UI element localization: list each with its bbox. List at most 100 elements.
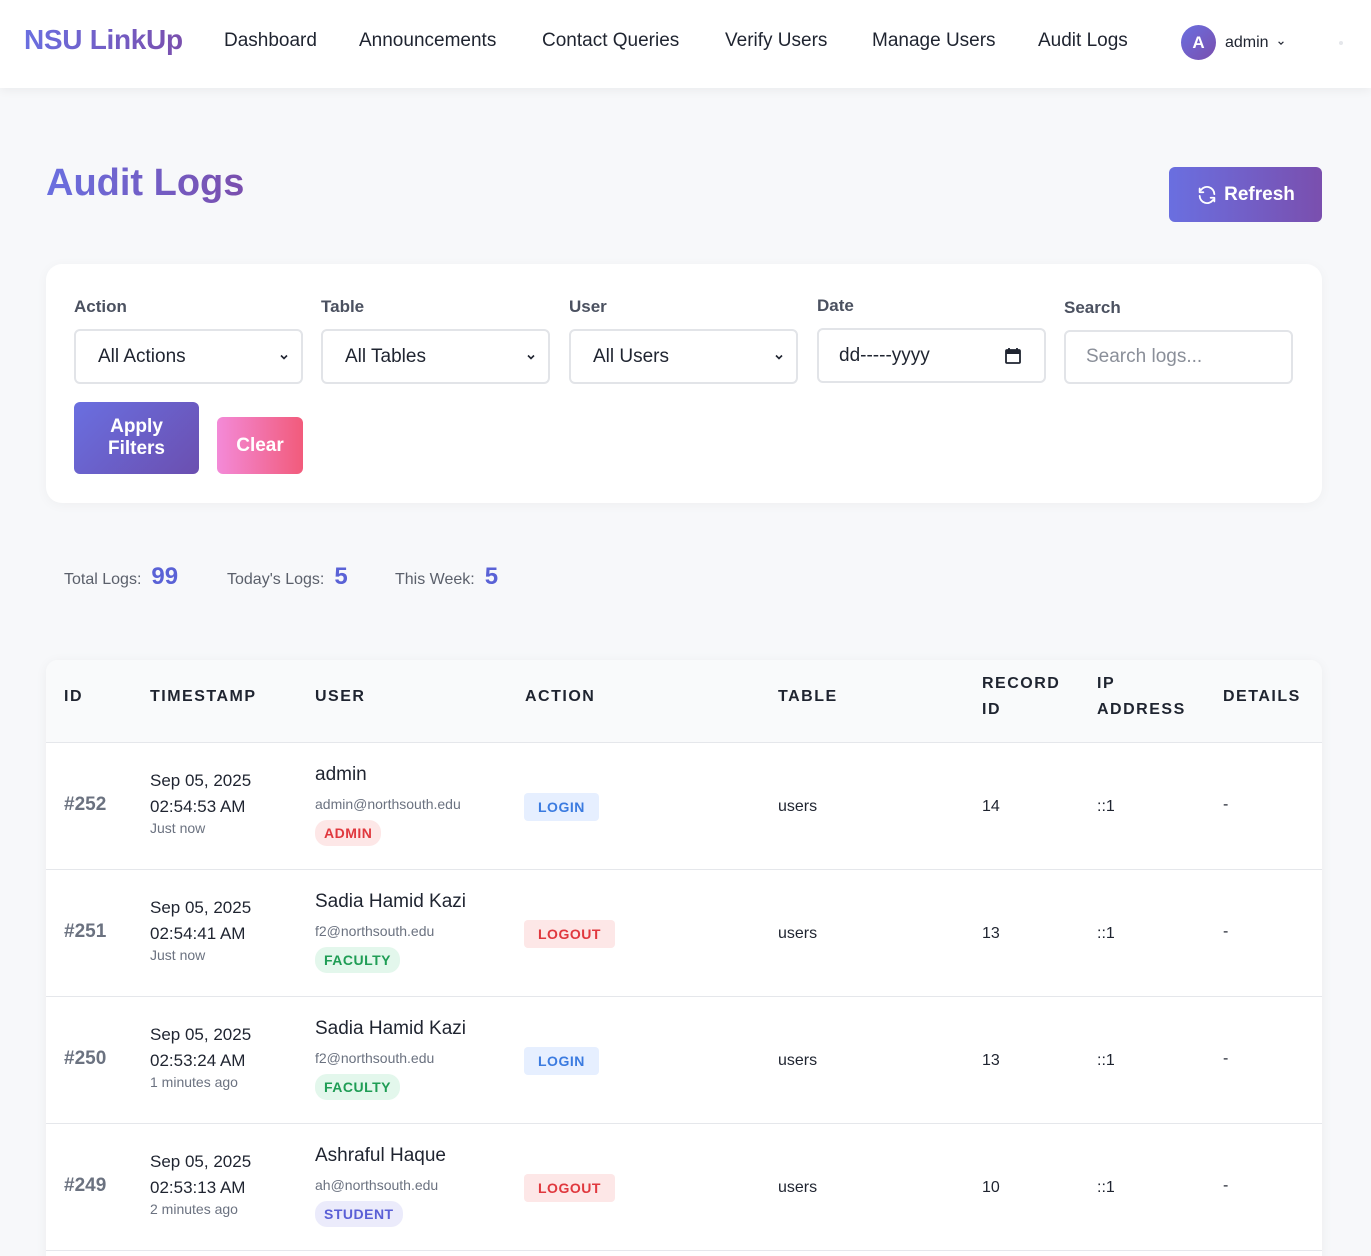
chevron-down-icon xyxy=(280,354,288,360)
stat-today-label: Today's Logs: xyxy=(227,571,325,588)
user-name: admin xyxy=(1225,33,1269,51)
refresh-label: Refresh xyxy=(1224,183,1295,205)
stat-total-logs: Total Logs: 99 xyxy=(64,563,178,591)
record-id-cell: 13 xyxy=(982,925,1000,942)
table-name-cell: users xyxy=(778,925,818,942)
search-input[interactable]: Search logs... xyxy=(1064,330,1293,384)
role-badge: FACULTY xyxy=(315,947,401,973)
timestamp-cell: Sep 05, 2025 02:53:13 AM 2 minutes ago xyxy=(150,1149,251,1217)
table-row[interactable]: #249 Sep 05, 2025 02:53:13 AM 2 minutes ago… xyxy=(46,1124,1322,1251)
date-input[interactable]: dd-----yyyy xyxy=(817,328,1046,383)
timestamp-date: Sep 05, 2025 xyxy=(150,1025,252,1044)
user-full-name: admin xyxy=(315,764,367,785)
refresh-icon xyxy=(1198,185,1216,204)
date-filter-label: Date xyxy=(817,296,854,315)
stat-week-label: This Week: xyxy=(395,571,475,588)
apply-filters-button[interactable]: Apply Filters xyxy=(74,402,199,474)
ip-address-cell: ::1 xyxy=(1097,798,1115,815)
role-badge: ADMIN xyxy=(315,820,382,846)
table-row[interactable]: #250 Sep 05, 2025 02:53:24 AM 1 minutes ago… xyxy=(46,997,1322,1124)
refresh-button[interactable]: Refresh xyxy=(1169,167,1322,222)
col-header-ip-address: IP ADDRESS xyxy=(1097,675,1186,718)
timestamp-cell: Sep 05, 2025 02:53:24 AM 1 minutes ago xyxy=(150,1022,251,1090)
stat-total-value: 99 xyxy=(151,563,179,590)
brand-logo[interactable]: NSU LinkUp xyxy=(24,24,183,56)
user-filter-label: User xyxy=(569,297,607,316)
user-cell: Sadia Hamid Kazi f2@northsouth.edu FACULTY xyxy=(315,1018,466,1100)
timestamp-time: 02:54:53 AM xyxy=(150,797,246,816)
col-header-id: ID xyxy=(64,688,83,705)
role-badge: FACULTY xyxy=(315,1074,401,1100)
timestamp-relative: Just now xyxy=(150,820,206,836)
record-id-cell: 10 xyxy=(982,1179,1000,1196)
stat-today-logs: Today's Logs: 5 xyxy=(227,563,348,591)
nav-link-verify-users[interactable]: Verify Users xyxy=(725,30,827,52)
timestamp-date: Sep 05, 2025 xyxy=(150,771,252,790)
action-badge: LOGOUT xyxy=(524,1174,615,1202)
audit-log-table: ID TIMESTAMP USER ACTION TABLE RECORD ID… xyxy=(46,660,1322,1256)
details-cell: - xyxy=(1223,923,1229,940)
details-cell: - xyxy=(1223,1050,1229,1067)
user-email: admin@northsouth.edu xyxy=(315,796,461,812)
timestamp-time: 02:54:41 AM xyxy=(150,924,246,943)
nav-divider-dot xyxy=(1339,41,1343,45)
nav-link-contact-queries[interactable]: Contact Queries xyxy=(542,30,679,52)
table-row[interactable]: #252 Sep 05, 2025 02:54:53 AM Just now admin… xyxy=(46,743,1322,870)
col-header-record-id: RECORD ID xyxy=(982,675,1061,718)
timestamp-date: Sep 05, 2025 xyxy=(150,898,252,917)
action-cell: LOGOUT xyxy=(524,920,615,948)
chevron-down-icon xyxy=(1277,40,1284,45)
ip-address-cell: ::1 xyxy=(1097,1179,1115,1196)
log-id: #252 xyxy=(64,794,107,815)
user-menu[interactable]: A admin xyxy=(1181,25,1285,60)
timestamp-cell: Sep 05, 2025 02:54:53 AM Just now xyxy=(150,768,251,836)
col-header-user: USER xyxy=(315,688,366,705)
clear-filters-button[interactable]: Clear xyxy=(217,417,303,474)
stat-today-value: 5 xyxy=(334,563,348,590)
table-name-cell: users xyxy=(778,1179,818,1196)
action-badge: LOGIN xyxy=(524,793,599,821)
table-select[interactable]: All Tables xyxy=(321,329,550,384)
nav-link-audit-logs[interactable]: Audit Logs xyxy=(1038,30,1128,52)
details-cell: - xyxy=(1223,796,1229,813)
date-input-value: dd-----yyyy xyxy=(839,344,930,366)
user-email: ah@northsouth.edu xyxy=(315,1177,439,1193)
user-email: f2@northsouth.edu xyxy=(315,923,435,939)
user-full-name: Sadia Hamid Kazi xyxy=(315,1018,467,1039)
record-id-cell: 13 xyxy=(982,1052,1000,1069)
user-full-name: Sadia Hamid Kazi xyxy=(315,891,467,912)
log-id: #249 xyxy=(64,1175,107,1196)
col-header-action: ACTION xyxy=(525,688,596,705)
col-header-details: DETAILS xyxy=(1223,688,1301,705)
timestamp-date: Sep 05, 2025 xyxy=(150,1152,252,1171)
nav-link-manage-users[interactable]: Manage Users xyxy=(872,30,996,52)
top-navbar: NSU LinkUp Dashboard Announcements Conta… xyxy=(0,0,1371,88)
details-cell: - xyxy=(1223,1177,1229,1194)
chevron-down-icon xyxy=(775,354,783,360)
stat-total-label: Total Logs: xyxy=(64,571,142,588)
user-cell: Sadia Hamid Kazi f2@northsouth.edu FACULTY xyxy=(315,891,466,973)
table-row[interactable]: #251 Sep 05, 2025 02:54:41 AM Just now Sadia… xyxy=(46,870,1322,997)
record-id-cell: 14 xyxy=(982,798,1000,815)
nav-link-announcements[interactable]: Announcements xyxy=(359,30,496,52)
user-select[interactable]: All Users xyxy=(569,329,798,384)
action-cell: LOGIN xyxy=(524,1047,599,1075)
action-select[interactable]: All Actions xyxy=(74,329,303,384)
log-id: #251 xyxy=(64,921,107,942)
log-id: #250 xyxy=(64,1048,107,1069)
calendar-icon[interactable] xyxy=(1004,347,1022,365)
stat-week-value: 5 xyxy=(484,563,499,590)
timestamp-relative: 2 minutes ago xyxy=(150,1201,238,1217)
page-title: Audit Logs xyxy=(46,162,245,204)
action-filter-label: Action xyxy=(74,297,127,316)
table-name-cell: users xyxy=(778,798,818,815)
stat-week-logs: This Week: 5 xyxy=(395,563,498,591)
avatar: A xyxy=(1181,25,1216,60)
nav-link-dashboard[interactable]: Dashboard xyxy=(224,30,317,52)
timestamp-time: 02:53:24 AM xyxy=(150,1051,246,1070)
action-cell: LOGIN xyxy=(524,793,599,821)
action-badge: LOGOUT xyxy=(524,920,615,948)
search-filter-label: Search xyxy=(1064,298,1121,317)
search-input-placeholder: Search logs... xyxy=(1086,346,1203,367)
ip-address-cell: ::1 xyxy=(1097,925,1115,942)
